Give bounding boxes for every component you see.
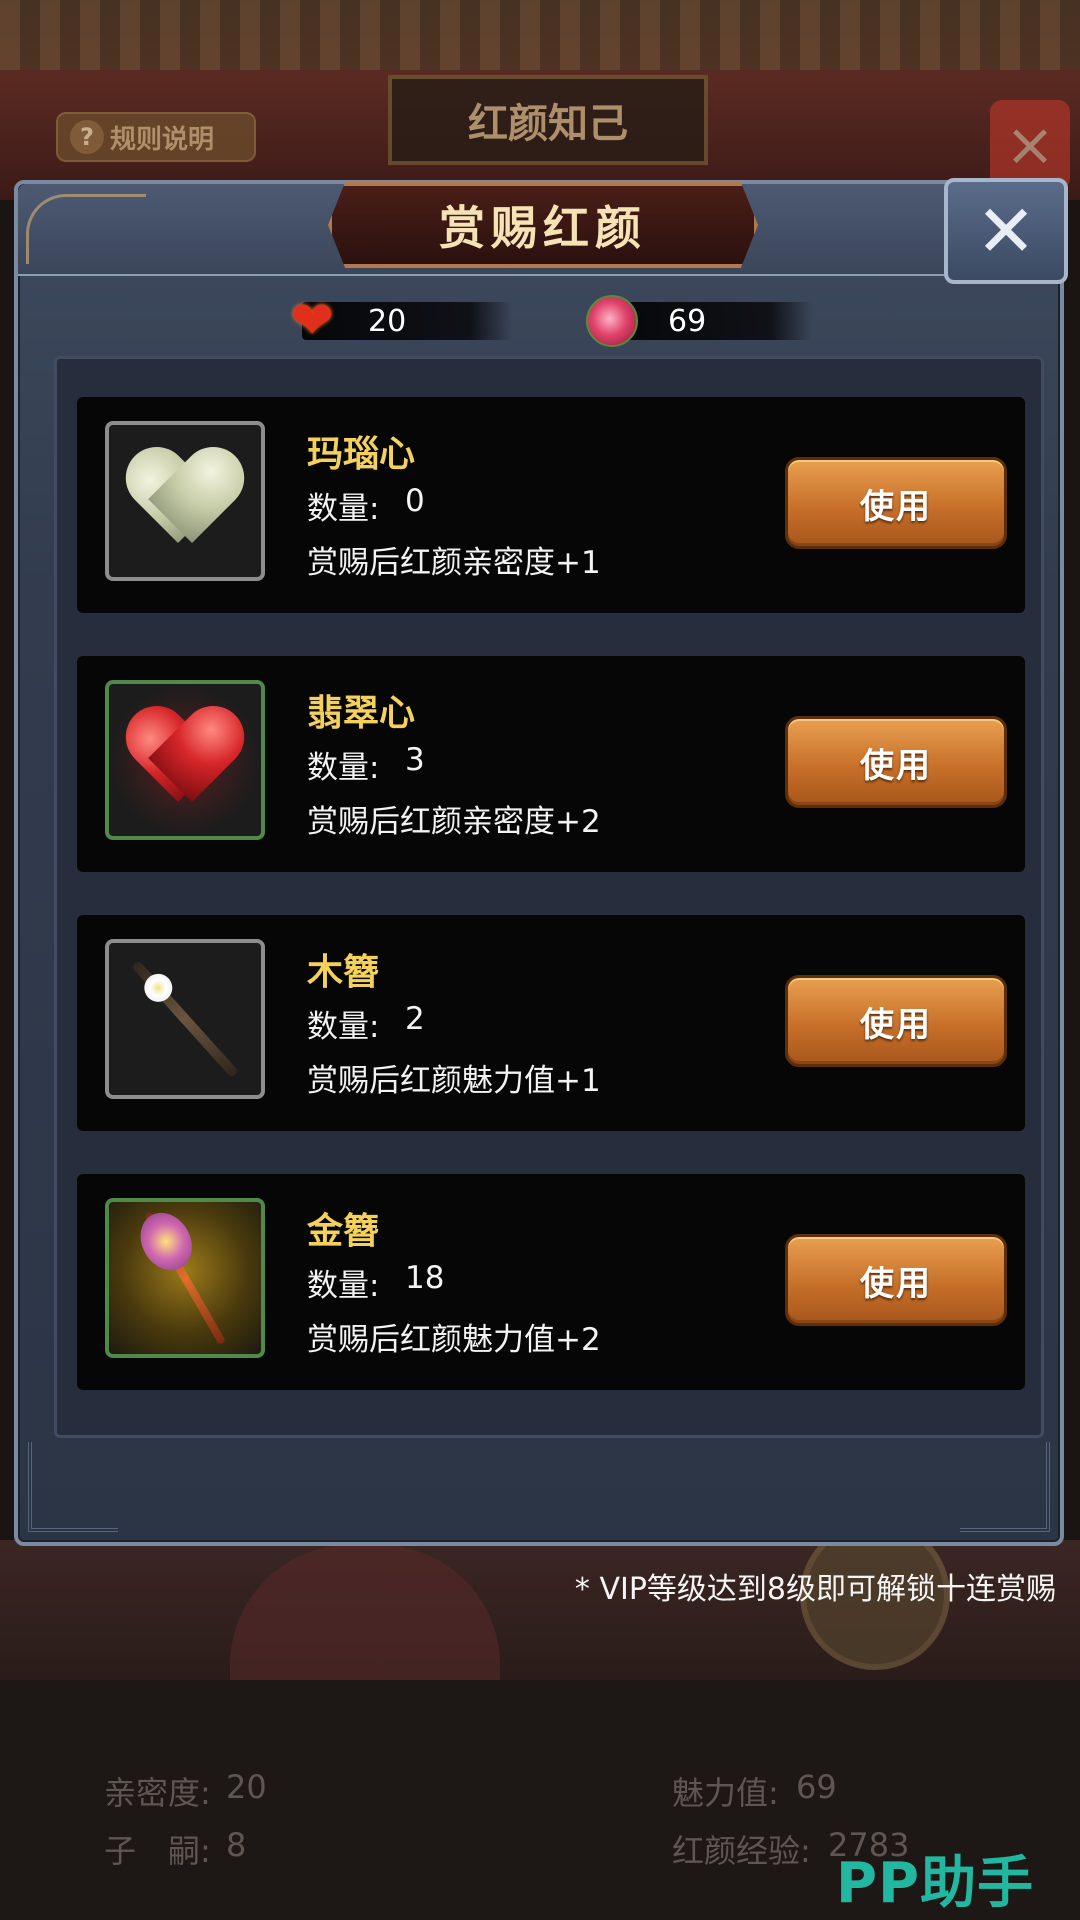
item-name: 金簪: [307, 1211, 380, 1252]
rose-count: 69: [668, 303, 707, 339]
watermark-logo: PP助手: [836, 1851, 1035, 1916]
question-icon: ?: [70, 120, 104, 154]
vip-note: * VIP等级达到8级即可解锁十连赏赐: [574, 1572, 1056, 1607]
reward-dialog: 赏赐红颜 ✕ ❤ 20 69 玛瑙心 数量: 0 赏赐后红颜亲密度+1 使用 翡: [14, 178, 1068, 1546]
wooden-hairpin-icon: [105, 939, 265, 1099]
corner-decoration-left: [28, 1442, 118, 1532]
dialog-title: 赏赐红颜: [328, 182, 758, 268]
exp-label: 红颜经验:: [672, 1832, 811, 1870]
item-effect: 赏赐后红颜魅力值+2: [307, 1322, 601, 1358]
gold-hairpin-icon: [105, 1198, 265, 1358]
item-effect: 赏赐后红颜亲密度+2: [307, 804, 601, 840]
heart-count: 20: [368, 303, 407, 339]
intimacy-value: 20: [226, 1768, 267, 1806]
item-quantity-label: 数量:: [307, 750, 380, 786]
item-quantity: 2: [405, 1001, 425, 1037]
list-item: 木簪 数量: 2 赏赐后红颜魅力值+1 使用: [77, 915, 1025, 1131]
close-button[interactable]: ✕: [944, 178, 1068, 284]
use-button[interactable]: 使用: [785, 975, 1007, 1067]
item-quantity: 18: [405, 1260, 445, 1296]
list-item: 玛瑙心 数量: 0 赏赐后红颜亲密度+1 使用: [77, 397, 1025, 613]
rules-button: ? 规则说明: [56, 112, 256, 162]
close-icon: ✕: [975, 189, 1037, 273]
item-name: 翡翠心: [307, 693, 416, 734]
children-value: 8: [226, 1826, 247, 1864]
background-close-icon: ×: [990, 100, 1070, 190]
heart-icon: ❤: [290, 291, 334, 351]
use-button[interactable]: 使用: [785, 457, 1007, 549]
item-name: 木簪: [307, 952, 380, 993]
charm-value: 69: [796, 1768, 837, 1806]
item-quantity-label: 数量:: [307, 1268, 380, 1304]
rose-icon: [582, 293, 642, 349]
item-quantity: 0: [405, 483, 425, 519]
rules-label: 规则说明: [110, 124, 215, 155]
corner-decoration-right: [960, 1442, 1050, 1532]
use-button[interactable]: 使用: [785, 716, 1007, 808]
item-quantity-label: 数量:: [307, 1009, 380, 1045]
rose-currency: 69: [582, 293, 812, 349]
screen-title: 红颜知己: [388, 75, 708, 165]
item-quantity-label: 数量:: [307, 491, 380, 527]
item-effect: 赏赐后红颜亲密度+1: [307, 545, 601, 581]
item-name: 玛瑙心: [307, 434, 416, 475]
jade-heart-icon: [105, 421, 265, 581]
item-effect: 赏赐后红颜魅力值+1: [307, 1063, 601, 1099]
item-quantity: 3: [405, 742, 425, 778]
children-label: 子 嗣:: [104, 1832, 211, 1870]
intimacy-label: 亲密度:: [104, 1774, 211, 1812]
list-item: 金簪 数量: 18 赏赐后红颜魅力值+2 使用: [77, 1174, 1025, 1390]
flourish-decoration: [26, 194, 146, 264]
list-item: 翡翠心 数量: 3 赏赐后红颜亲密度+2 使用: [77, 656, 1025, 872]
roof-tiles: [0, 0, 1080, 70]
red-heart-icon: [105, 680, 265, 840]
use-button[interactable]: 使用: [785, 1234, 1007, 1326]
charm-label: 魅力值:: [672, 1774, 779, 1812]
heart-currency: ❤ 20: [282, 291, 512, 351]
item-list: 玛瑙心 数量: 0 赏赐后红颜亲密度+1 使用 翡翠心 数量: 3 赏赐后红颜亲…: [54, 356, 1044, 1438]
